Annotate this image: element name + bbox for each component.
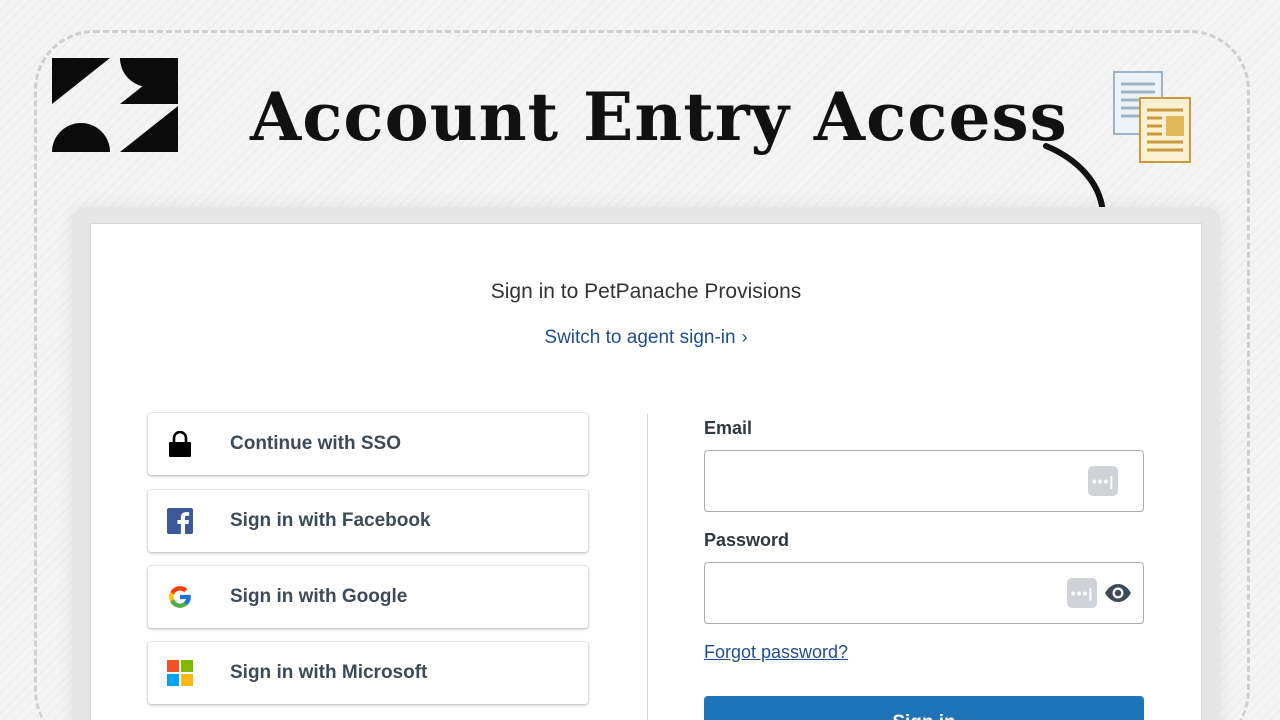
password-manager-icon[interactable]: •••| — [1067, 578, 1097, 608]
signin-title: Sign in to PetPanache Provisions — [490, 280, 802, 303]
microsoft-button-label: Sign in with Microsoft — [230, 662, 428, 683]
facebook-button-label: Sign in with Facebook — [230, 510, 431, 531]
column-divider — [647, 414, 648, 720]
google-signin-button[interactable]: Sign in with Google — [148, 566, 588, 628]
switch-agent-signin-link[interactable]: Switch to agent sign-in › — [0, 327, 1280, 349]
email-label: Email — [704, 418, 753, 438]
password-label: Password — [704, 530, 790, 550]
sso-button-label: Continue with SSO — [230, 433, 401, 454]
email-field-wrapper: •••| — [704, 450, 1144, 512]
password-manager-icon[interactable]: •••| — [1088, 466, 1118, 496]
google-icon — [148, 566, 212, 628]
facebook-icon — [148, 490, 212, 552]
email-field[interactable] — [705, 451, 1065, 511]
chevron-right-icon: › — [741, 327, 748, 347]
switch-link-text[interactable]: Switch to agent sign-in — [544, 327, 735, 348]
show-password-eye-icon[interactable] — [1104, 583, 1132, 603]
facebook-signin-button[interactable]: Sign in with Facebook — [148, 490, 588, 552]
microsoft-icon — [148, 642, 212, 704]
sign-in-button[interactable]: Sign in — [704, 696, 1144, 720]
lock-icon — [148, 413, 212, 475]
google-button-label: Sign in with Google — [230, 586, 408, 607]
password-field-wrapper: •••| — [704, 562, 1144, 624]
sso-button[interactable]: Continue with SSO — [148, 413, 588, 475]
banner-headline: Account Entry Access — [250, 78, 1068, 156]
forgot-password-link[interactable]: Forgot password? — [704, 642, 848, 663]
password-field[interactable] — [705, 563, 1065, 623]
zendesk-logo-icon — [52, 58, 178, 152]
microsoft-signin-button[interactable]: Sign in with Microsoft — [148, 642, 588, 704]
